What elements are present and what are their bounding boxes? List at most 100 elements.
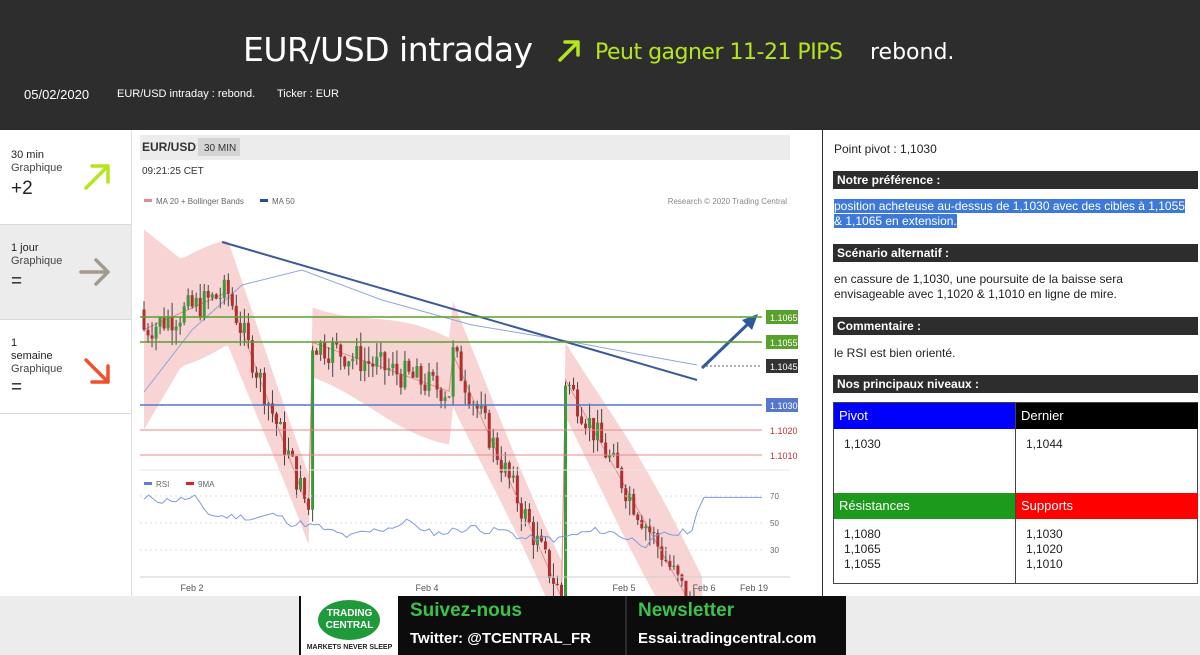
x-tick-label: Feb 19 bbox=[740, 583, 768, 593]
page-title: EUR/USD intraday bbox=[243, 30, 533, 69]
candle-body bbox=[580, 416, 584, 424]
candle-body bbox=[443, 397, 447, 401]
candle-body bbox=[555, 583, 559, 585]
candle-body bbox=[584, 423, 588, 429]
candle-body bbox=[419, 366, 423, 385]
candle-body bbox=[343, 356, 347, 367]
candle-body bbox=[664, 559, 668, 561]
x-tick-label: Feb 6 bbox=[692, 583, 715, 593]
level-label-1.1065: 1.1065 bbox=[770, 313, 798, 323]
candle-body bbox=[178, 322, 182, 327]
candle-body bbox=[274, 413, 278, 425]
candle-body bbox=[375, 356, 379, 367]
candle-body bbox=[283, 422, 287, 456]
candle-body bbox=[307, 498, 311, 510]
timeframe-1week[interactable]: 1 semaine Graphique = bbox=[0, 320, 131, 414]
candle-body bbox=[652, 532, 656, 534]
candle-body bbox=[379, 352, 383, 357]
candle-body bbox=[246, 322, 250, 341]
candle-body bbox=[210, 294, 214, 298]
candle-body bbox=[258, 372, 262, 378]
x-tick-label: Feb 2 bbox=[180, 583, 203, 593]
candle-body bbox=[359, 346, 363, 372]
supports-label: Supports bbox=[1016, 493, 1198, 519]
candle-body bbox=[146, 329, 150, 336]
pivot-cell: Pivot 1,1030 bbox=[834, 403, 1016, 494]
ticker-label: Ticker : EUR bbox=[277, 88, 339, 100]
candle-body bbox=[335, 342, 339, 345]
candle-body bbox=[463, 380, 467, 393]
candle-body bbox=[226, 279, 230, 294]
candle-body bbox=[170, 316, 174, 331]
candle-body bbox=[367, 361, 371, 364]
candle-body bbox=[287, 450, 291, 456]
rsi-tick-50: 50 bbox=[770, 519, 779, 528]
footer: TRADING CENTRAL MARKETS NEVER SLEEP Suiv… bbox=[0, 596, 1200, 655]
timeframe-score: = bbox=[11, 271, 23, 292]
candle-body bbox=[411, 371, 415, 378]
candle-body bbox=[531, 522, 535, 546]
candle-body bbox=[511, 475, 515, 478]
candle-body bbox=[515, 475, 519, 504]
resistance-value: 1,1055 bbox=[844, 557, 881, 571]
timeframe-score: +2 bbox=[11, 178, 33, 199]
timeframe-score: = bbox=[11, 377, 23, 398]
last-cell: Dernier 1,1044 bbox=[1016, 403, 1198, 494]
timeframe-1day[interactable]: 1 jour Graphique = bbox=[0, 225, 131, 320]
resistances-cell: Résistances 1,1080 1,1065 1,1055 bbox=[834, 493, 1016, 583]
support-value: 1,1020 bbox=[1026, 542, 1063, 556]
resistances-label: Résistances bbox=[834, 493, 1015, 519]
candle-body bbox=[640, 520, 644, 529]
candle-body bbox=[395, 363, 399, 375]
level-label-1.1055: 1.1055 bbox=[770, 338, 798, 348]
timeframe-30min[interactable]: 30 min Graphique +2 bbox=[0, 130, 131, 225]
last-value: 1,1044 bbox=[1026, 437, 1063, 451]
footer-divider bbox=[625, 596, 627, 655]
candle-body bbox=[351, 358, 355, 362]
pips-target: Peut gagner 11-21 PIPS bbox=[595, 40, 843, 65]
legend-swatch-rsi bbox=[144, 482, 152, 485]
candle-body bbox=[371, 363, 375, 367]
candle-body bbox=[668, 560, 672, 568]
candle-body bbox=[644, 526, 648, 529]
support-value: 1,1010 bbox=[1026, 557, 1063, 571]
candle-body bbox=[355, 346, 359, 359]
candle-body bbox=[672, 565, 676, 568]
candle-body bbox=[415, 366, 419, 378]
price-chart-panel: EUR/USD 30 MIN 09:21:25 CET MA 20 + Boll… bbox=[131, 130, 821, 655]
candle-body bbox=[523, 509, 527, 519]
legend-swatch-9ma bbox=[186, 482, 194, 485]
candle-body bbox=[660, 546, 664, 560]
candle-body bbox=[202, 290, 206, 317]
candle-body bbox=[154, 326, 158, 339]
candle-body bbox=[431, 371, 435, 376]
candle-body bbox=[592, 417, 596, 441]
candle-body bbox=[491, 437, 495, 448]
price-chart: EUR/USD 30 MIN 09:21:25 CET MA 20 + Boll… bbox=[140, 135, 798, 655]
legend-ma50: MA 50 bbox=[272, 197, 295, 206]
candle-body bbox=[299, 477, 303, 490]
preference-highlight: position acheteuse au-dessus de 1,1030 a… bbox=[834, 199, 1185, 228]
candle-body bbox=[403, 360, 407, 388]
candle-body bbox=[166, 316, 170, 329]
candle-body bbox=[636, 514, 640, 521]
candle-body bbox=[676, 565, 680, 575]
candle-body bbox=[190, 295, 194, 307]
candle-body bbox=[628, 494, 632, 502]
page: EUR/USD intraday Peut gagner 11-21 PIPS … bbox=[0, 0, 1200, 655]
twitter-link[interactable]: Twitter: @TCENTRAL_FR bbox=[410, 630, 591, 647]
candle-body bbox=[150, 335, 154, 339]
newsletter-link[interactable]: Essai.tradingcentral.com bbox=[638, 630, 816, 647]
candle-body bbox=[455, 347, 459, 352]
x-tick-label: Feb 4 bbox=[415, 583, 438, 593]
candle-body bbox=[503, 462, 507, 473]
candle-body bbox=[407, 360, 411, 372]
logo-line1: TRADING bbox=[326, 608, 373, 619]
candle-body bbox=[162, 317, 166, 329]
trading-central-logo[interactable]: TRADING CENTRAL MARKETS NEVER SLEEP bbox=[301, 596, 398, 655]
candle-body bbox=[572, 385, 576, 390]
candle-body bbox=[142, 309, 146, 330]
candle-body bbox=[519, 503, 523, 519]
timeframe-label: 1 bbox=[11, 337, 18, 349]
candle-body bbox=[158, 317, 162, 327]
